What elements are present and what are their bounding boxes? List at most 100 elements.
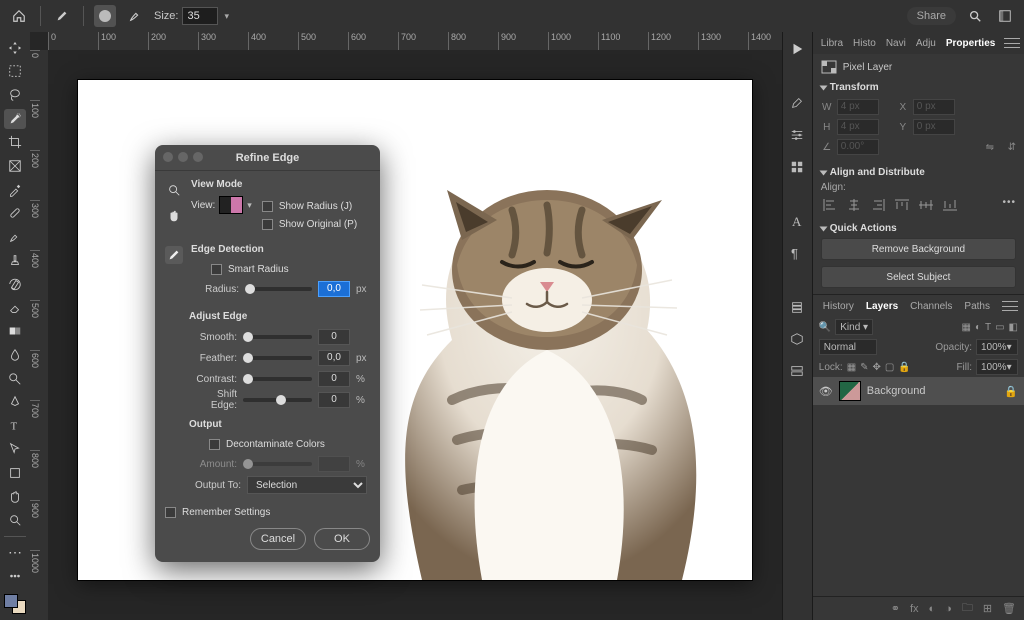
remember-checkbox[interactable] [165, 507, 176, 518]
decontaminate-checkbox[interactable] [209, 439, 220, 450]
ok-button[interactable]: OK [314, 528, 370, 550]
tab-channels[interactable]: Channels [906, 301, 956, 312]
align-left-icon[interactable] [821, 197, 839, 213]
shift-slider[interactable] [243, 398, 312, 402]
remove-background-button[interactable]: Remove Background [821, 238, 1016, 260]
radius-input[interactable]: 0,0 [318, 281, 350, 297]
lock-position-icon[interactable]: ✥ [873, 362, 881, 373]
show-radius-checkbox[interactable] [262, 201, 273, 212]
zoom-icon[interactable] [165, 181, 183, 199]
layer-lock-icon[interactable]: 🔒 [1004, 385, 1018, 398]
lock-paint-icon[interactable]: ✎ [860, 362, 868, 373]
select-subject-button[interactable]: Select Subject [821, 266, 1016, 288]
panel-menu-icon[interactable] [1004, 38, 1020, 48]
crop-tool[interactable] [4, 133, 26, 153]
paragraph-panel-icon[interactable]: ¶ [786, 242, 808, 264]
eyedropper-tool[interactable] [4, 180, 26, 200]
brush-preview-icon[interactable] [94, 5, 116, 27]
align-more[interactable]: ••• [1002, 197, 1016, 213]
blur-tool[interactable] [4, 345, 26, 365]
layers-panel-icon[interactable] [786, 360, 808, 382]
filter-pixel-icon[interactable]: ▦ [961, 322, 970, 333]
dodge-tool[interactable] [4, 369, 26, 389]
stamp-tool[interactable] [4, 251, 26, 271]
filter-shape-icon[interactable]: ▭ [995, 322, 1004, 333]
lasso-tool[interactable] [4, 85, 26, 105]
lock-artboard-icon[interactable]: ▢ [885, 362, 894, 373]
eraser-tool[interactable] [4, 298, 26, 318]
smooth-input[interactable]: 0 [318, 329, 350, 345]
smooth-slider[interactable] [243, 335, 312, 339]
tab-history[interactable]: History [819, 301, 858, 312]
lock-pixels-icon[interactable]: ▦ [847, 362, 856, 373]
history-brush-tool[interactable] [4, 274, 26, 294]
flip-v-icon[interactable]: ⇵ [1008, 142, 1016, 153]
view-thumbnail[interactable] [219, 196, 243, 214]
align-top-icon[interactable] [893, 197, 911, 213]
tab-histogram[interactable]: Histo [849, 38, 880, 49]
tab-layers[interactable]: Layers [862, 301, 902, 312]
visibility-icon[interactable]: 👁 [819, 385, 833, 398]
fill-value[interactable]: 100%▾ [976, 359, 1018, 375]
hand-tool[interactable] [4, 487, 26, 507]
view-dropdown[interactable]: ▾ [247, 200, 252, 211]
3d-panel-icon[interactable] [786, 328, 808, 350]
blend-mode[interactable]: Normal [819, 339, 877, 355]
type-tool[interactable]: T [4, 416, 26, 436]
workspace-icon[interactable] [994, 5, 1016, 27]
new-layer-icon[interactable]: ⊞ [983, 602, 992, 615]
size-dropdown[interactable]: ▾ [222, 11, 231, 22]
brush-picker-icon[interactable] [51, 5, 73, 27]
tab-adjustments[interactable]: Adju [912, 38, 940, 49]
window-controls[interactable] [163, 152, 203, 162]
filter-adjust-icon[interactable]: ◐ [975, 322, 981, 333]
shift-input[interactable]: 0 [318, 392, 350, 408]
feather-input[interactable]: 0,0 [318, 350, 350, 366]
fx-icon[interactable]: fx [910, 603, 919, 615]
filter-type-icon[interactable]: T [985, 322, 991, 333]
brushes-panel-icon[interactable] [786, 92, 808, 114]
align-vcenter-icon[interactable] [917, 197, 935, 213]
color-swatch[interactable] [4, 594, 26, 614]
mask-icon[interactable]: ◐ [929, 603, 936, 615]
tab-properties[interactable]: Properties [942, 38, 999, 49]
group-icon[interactable]: 🗀 [962, 599, 973, 618]
quick-actions-heading[interactable]: Quick Actions [821, 223, 1016, 234]
home-icon[interactable] [8, 5, 30, 27]
character-panel-icon[interactable]: A [786, 210, 808, 232]
adjustment-layer-icon[interactable]: ◑ [945, 603, 952, 615]
smart-radius-checkbox[interactable] [211, 264, 222, 275]
move-tool[interactable] [4, 38, 26, 58]
brush-tool[interactable] [4, 227, 26, 247]
hand-icon[interactable] [165, 207, 183, 225]
cancel-button[interactable]: Cancel [250, 528, 306, 550]
frame-tool[interactable] [4, 156, 26, 176]
align-heading[interactable]: Align and Distribute [821, 167, 1016, 178]
adjustments-panel-icon[interactable] [786, 124, 808, 146]
transform-heading[interactable]: Transform [821, 82, 1016, 93]
filter-smart-icon[interactable]: ◧ [1009, 322, 1018, 333]
align-right-icon[interactable] [869, 197, 887, 213]
filter-kind[interactable]: Kind ▾ [835, 319, 873, 335]
refine-brush-icon[interactable] [165, 246, 183, 264]
flip-h-icon[interactable]: ⇋ [986, 142, 994, 153]
lock-all-icon[interactable]: 🔒 [898, 362, 910, 373]
layers-menu-icon[interactable] [1002, 301, 1018, 311]
pen-tool[interactable] [4, 392, 26, 412]
search-icon[interactable] [964, 5, 986, 27]
brush-size-input[interactable] [182, 7, 218, 25]
quick-select-tool[interactable] [4, 109, 26, 129]
layer-row-background[interactable]: 👁 Background 🔒 [813, 377, 1024, 405]
edit-toolbar[interactable] [4, 567, 26, 587]
swatches-panel-icon[interactable] [786, 296, 808, 318]
tab-paths[interactable]: Paths [960, 301, 994, 312]
contrast-input[interactable]: 0 [318, 371, 350, 387]
output-to-select[interactable]: Selection [247, 476, 367, 494]
radius-slider[interactable] [245, 287, 312, 291]
gradient-tool[interactable] [4, 322, 26, 342]
delete-layer-icon[interactable]: 🗑 [1002, 602, 1016, 615]
zoom-tool[interactable] [4, 511, 26, 531]
brush-settings-icon[interactable] [124, 5, 146, 27]
contrast-slider[interactable] [243, 377, 312, 381]
opacity-value[interactable]: 100%▾ [976, 339, 1018, 355]
